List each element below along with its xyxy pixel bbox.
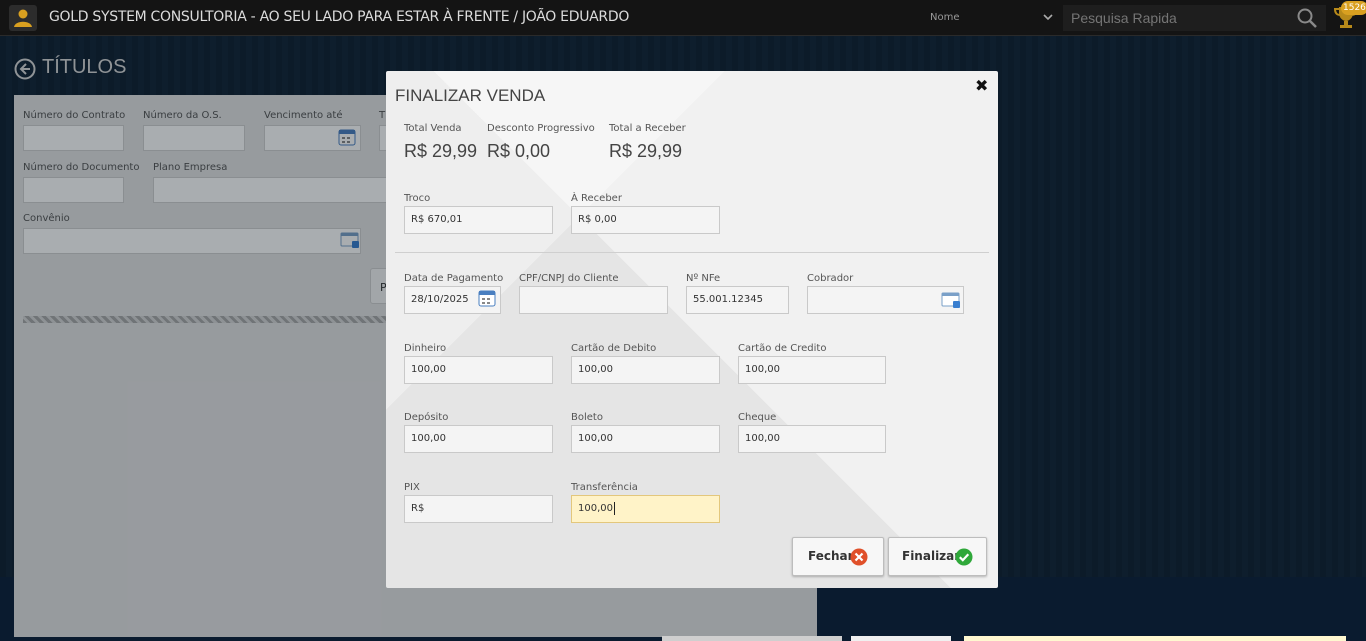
transferencia-field[interactable]: 100,00 [571, 495, 720, 523]
search-icon[interactable] [1297, 8, 1317, 28]
cancel-circle-icon [850, 548, 868, 566]
modal-title: FINALIZAR VENDA [395, 86, 546, 105]
fechar-button[interactable]: Fechar [792, 537, 884, 576]
footer-control [662, 636, 842, 641]
cartao-credito-field[interactable]: 100,00 [738, 356, 886, 384]
cpf-cnpj-field[interactable] [519, 286, 668, 314]
check-circle-icon [955, 548, 973, 566]
finalizar-button-label: Finalizar [902, 549, 961, 563]
total-venda-value: R$ 29,99 [404, 141, 478, 161]
troco-field[interactable]: R$ 670,01 [404, 206, 553, 234]
deposito-field[interactable]: 100,00 [404, 425, 553, 453]
notification-badge: 1526 [1341, 1, 1366, 15]
total-venda-label: Total Venda [404, 123, 462, 134]
cpf-cnpj-label: CPF/CNPJ do Cliente [519, 273, 619, 284]
search-field-selected-value: Nome [930, 12, 960, 23]
finalizar-venda-modal: FINALIZAR VENDA ✖ Total Venda R$ 29,99 D… [386, 71, 998, 588]
cartao-debito-field[interactable]: 100,00 [571, 356, 720, 384]
cartao-credito-label: Cartão de Credito [738, 343, 827, 354]
search-field-select[interactable]: Nome [930, 6, 1058, 30]
deposito-label: Depósito [404, 412, 449, 423]
app-title: GOLD SYSTEM CONSULTORIA - AO SEU LADO PA… [49, 9, 630, 25]
search-input[interactable] [1063, 5, 1326, 31]
lookup-window-icon[interactable] [941, 291, 961, 309]
dinheiro-label: Dinheiro [404, 343, 447, 354]
total-a-receber-value: R$ 29,99 [609, 141, 683, 161]
total-a-receber-label: Total a Receber [609, 123, 686, 134]
cartao-debito-label: Cartão de Debito [571, 343, 657, 354]
top-bar: GOLD SYSTEM CONSULTORIA - AO SEU LADO PA… [0, 0, 1366, 36]
nfe-field[interactable]: 55.001.12345 [686, 286, 789, 314]
footer-control [964, 636, 1346, 641]
a-receber-label: À Receber [571, 193, 622, 204]
finalizar-button[interactable]: Finalizar [888, 537, 987, 576]
desconto-progressivo-label: Desconto Progressivo [487, 123, 595, 134]
calendar-icon[interactable] [478, 289, 496, 307]
cobrador-label: Cobrador [807, 273, 854, 284]
nfe-label: Nº NFe [686, 273, 721, 284]
troco-label: Troco [404, 193, 431, 204]
transferencia-label: Transferência [571, 482, 638, 493]
desconto-progressivo-value: R$ 0,00 [487, 141, 551, 161]
cheque-label: Cheque [738, 412, 777, 423]
boleto-field[interactable]: 100,00 [571, 425, 720, 453]
chevron-down-icon [1043, 14, 1053, 21]
cheque-field[interactable]: 100,00 [738, 425, 886, 453]
dinheiro-field[interactable]: 100,00 [404, 356, 553, 384]
close-icon[interactable]: ✖ [975, 78, 989, 94]
text-caret [614, 501, 615, 515]
boleto-label: Boleto [571, 412, 603, 423]
transferencia-value: 100,00 [578, 503, 613, 514]
section-divider [395, 252, 989, 253]
data-pagamento-label: Data de Pagamento [404, 273, 504, 284]
user-icon[interactable] [9, 5, 37, 31]
footer-control [851, 636, 951, 641]
pix-label: PIX [404, 482, 420, 493]
pix-field[interactable]: R$ [404, 495, 553, 523]
fechar-button-label: Fechar [808, 549, 854, 563]
a-receber-field[interactable]: R$ 0,00 [571, 206, 720, 234]
